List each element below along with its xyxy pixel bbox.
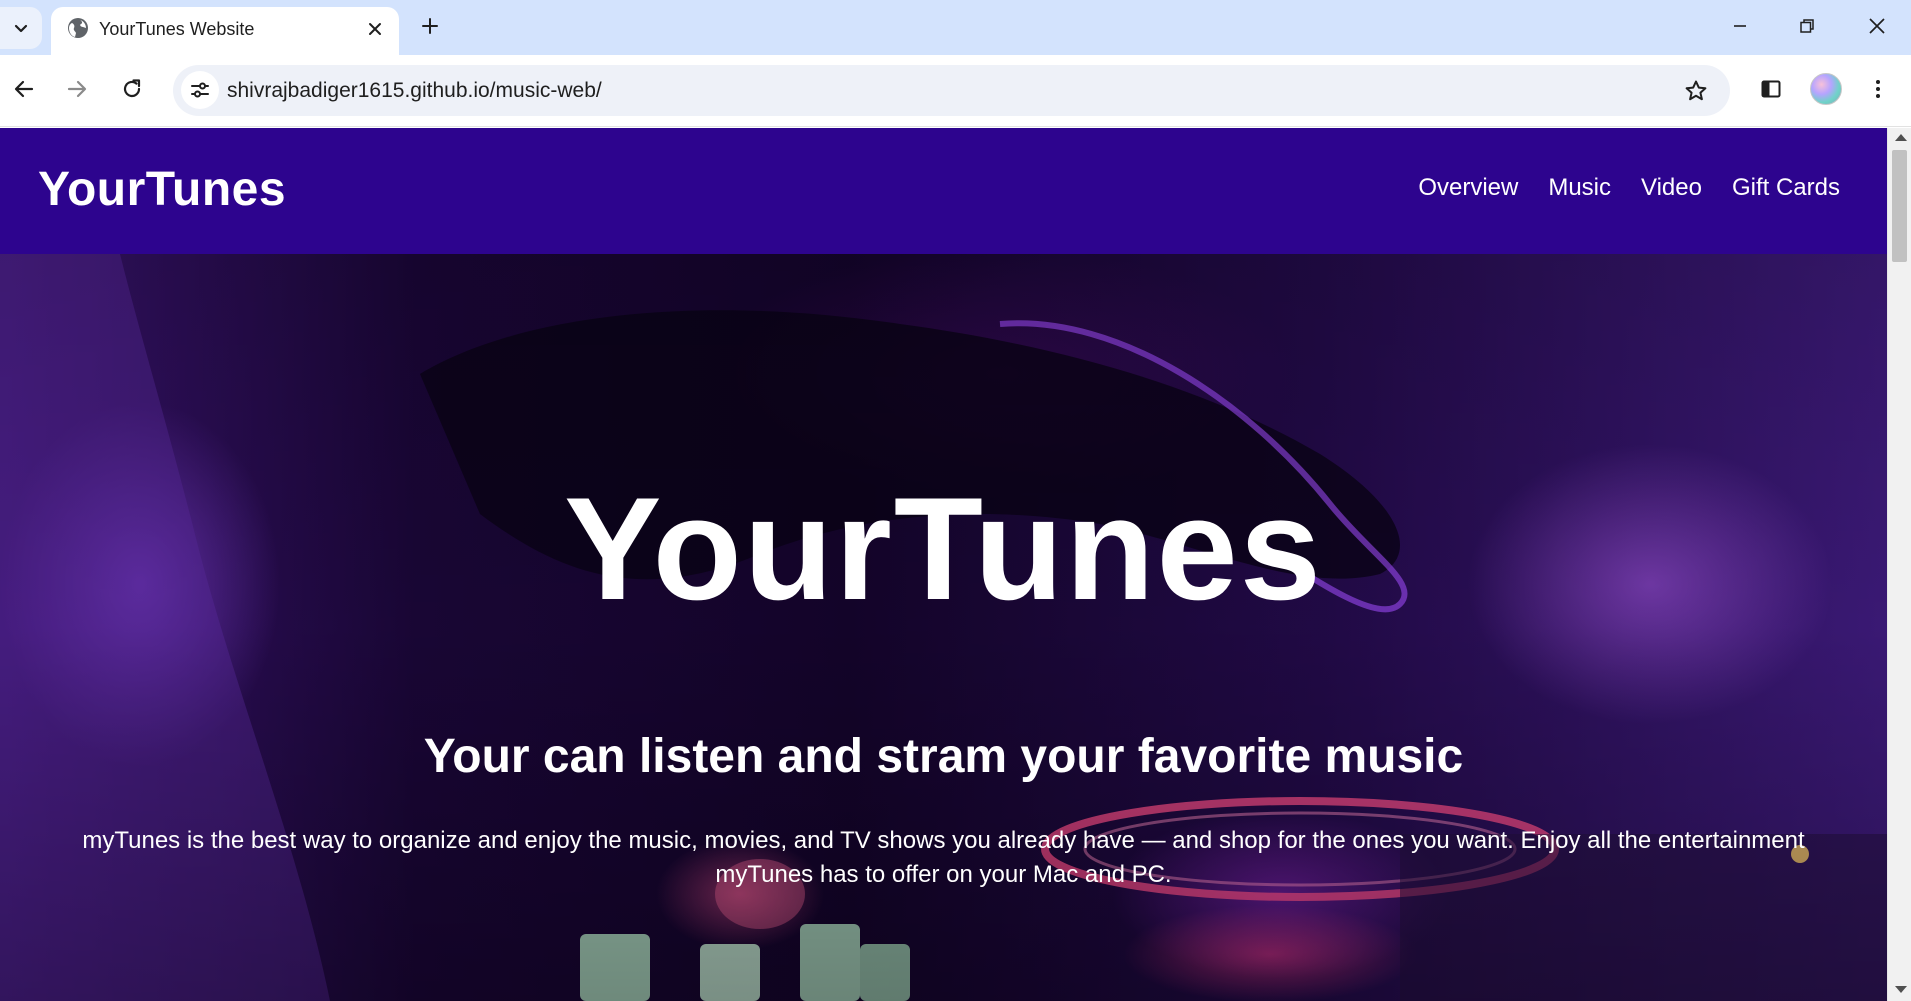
tune-icon [191,82,209,98]
nav-link-music[interactable]: Music [1548,174,1611,202]
browser-tab-strip: YourTunes Website [0,0,1911,55]
page-viewport: YourTunes Overview Music Video Gift Card… [0,128,1887,1001]
hero-description: myTunes is the best way to organize and … [82,827,1805,888]
close-icon [1869,18,1885,34]
tab-search-button[interactable] [0,7,42,49]
restore-button[interactable] [1785,8,1829,44]
nav-link-video[interactable]: Video [1641,174,1702,202]
chevron-down-icon [14,24,28,33]
minimize-icon [1734,25,1746,27]
plus-icon [422,18,438,34]
reload-button[interactable] [112,69,152,109]
minimize-button[interactable] [1718,8,1762,44]
arrow-left-icon [14,80,34,98]
hero-section: YourTunes Your can listen and stram your… [0,254,1887,1001]
close-icon [369,23,381,35]
side-panel-icon [1761,80,1781,98]
new-tab-button[interactable] [414,10,446,42]
nav-link-overview[interactable]: Overview [1418,174,1518,202]
site-info-button[interactable] [181,71,219,109]
page-scrollbar[interactable] [1887,128,1911,1001]
arrow-right-icon [67,80,87,98]
scrollbar-thumb[interactable] [1892,150,1907,262]
browser-menu-button[interactable] [1858,69,1898,109]
scroll-up-arrow[interactable] [1895,134,1907,141]
browser-toolbar: shivrajbadiger1615.github.io/music-web/ [0,55,1911,127]
kebab-menu-icon [1876,80,1880,98]
site-header: YourTunes Overview Music Video Gift Card… [0,128,1887,254]
url-text[interactable]: shivrajbadiger1615.github.io/music-web/ [227,79,602,103]
globe-icon [68,18,88,38]
tab-title: YourTunes Website [99,19,255,39]
close-window-button[interactable] [1855,8,1899,44]
restore-icon [1800,19,1814,33]
site-logo[interactable]: YourTunes [38,162,286,217]
reload-icon [123,79,141,98]
scroll-down-arrow[interactable] [1895,986,1907,993]
nav-link-gift-cards[interactable]: Gift Cards [1732,174,1840,202]
side-panel-button[interactable] [1751,69,1791,109]
star-icon [1685,80,1707,101]
address-bar[interactable]: shivrajbadiger1615.github.io/music-web/ [173,65,1730,116]
hero-title: YourTunes [564,467,1323,630]
bookmark-button[interactable] [1679,74,1713,108]
tab-close-button[interactable] [361,15,389,43]
back-button[interactable] [4,69,44,109]
browser-tab[interactable]: YourTunes Website [51,7,399,55]
profile-avatar[interactable] [1810,73,1842,105]
site-nav: Overview Music Video Gift Cards [1418,174,1840,202]
hero-subtitle: Your can listen and stram your favorite … [423,730,1464,783]
forward-button[interactable] [57,69,97,109]
